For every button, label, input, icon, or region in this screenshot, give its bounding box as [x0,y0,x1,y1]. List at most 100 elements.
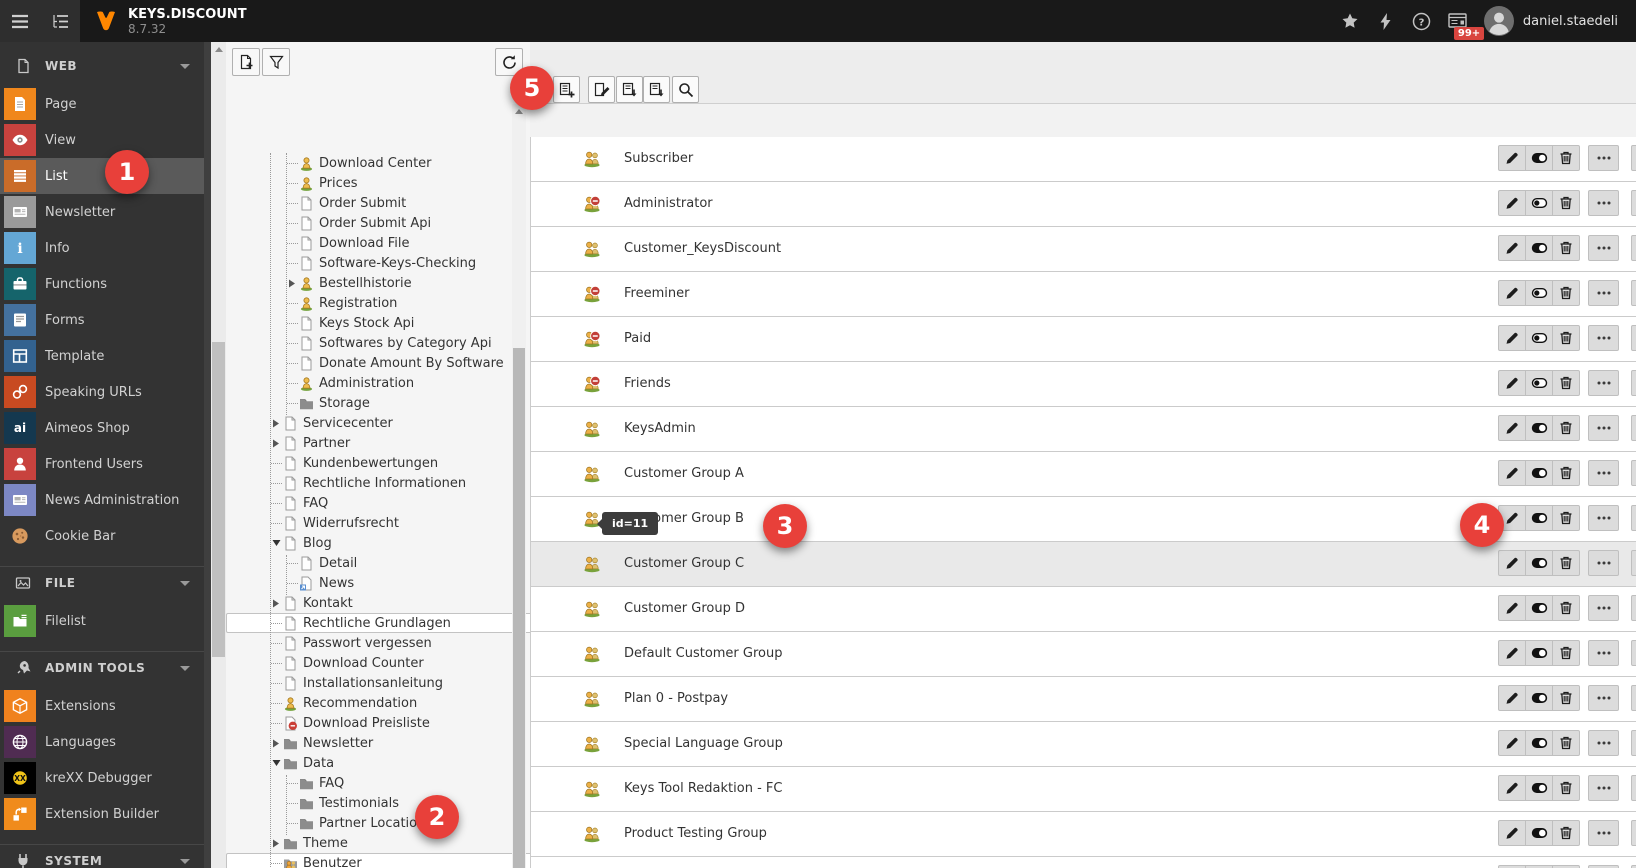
usergroup-icon[interactable] [583,600,601,618]
delete-record-button[interactable] [1552,775,1580,801]
hide-record-button[interactable] [1525,145,1553,171]
usergroup-icon[interactable] [583,645,601,663]
section-header-web[interactable]: WEB [0,52,204,80]
caret-right-icon[interactable] [269,739,283,748]
edit-records-button[interactable] [588,76,615,103]
tree-item-recommendation[interactable]: Recommendation [226,693,506,713]
more-options-button[interactable] [1588,820,1619,846]
secondary-options-button[interactable] [1631,550,1636,576]
sidebar-item-newsletter[interactable]: Newsletter [0,194,204,230]
unhide-record-button[interactable] [1525,370,1553,396]
record-title[interactable]: Special Language Group [624,736,783,751]
delete-record-button[interactable] [1552,730,1580,756]
more-options-button[interactable] [1588,550,1619,576]
more-options-button[interactable] [1588,145,1619,171]
tree-item-passwort-vergessen[interactable]: Passwort vergessen [226,633,506,653]
hide-record-button[interactable] [1525,775,1553,801]
usergroup-icon[interactable] [583,555,601,573]
tree-item-donate-amount-by-software[interactable]: Donate Amount By Software [226,353,506,373]
sidebar-item-krexx-debugger[interactable]: XX kreXX Debugger [0,760,204,796]
tree-item-blog[interactable]: Blog [226,533,506,553]
edit-record-button[interactable] [1498,415,1526,441]
record-title[interactable]: Plan 0 - Postpay [624,691,728,706]
sidebar-item-filelist[interactable]: Filelist [0,603,204,639]
sidebar-item-view[interactable]: View [0,122,204,158]
new-page-button[interactable] [232,48,260,76]
hide-record-button[interactable] [1525,640,1553,666]
usergroup-icon[interactable] [583,150,601,168]
record-title[interactable]: Customer_KeysDiscount [624,241,781,256]
secondary-options-button[interactable] [1631,370,1636,396]
sidebar-item-aimeos-shop[interactable]: ai Aimeos Shop [0,410,204,446]
more-options-button[interactable] [1588,460,1619,486]
more-options-button[interactable] [1588,640,1619,666]
sidebar-item-info[interactable]: i Info [0,230,204,266]
sidebar-item-news-administration[interactable]: News Administration [0,482,204,518]
edit-record-button[interactable] [1498,775,1526,801]
secondary-options-button[interactable] [1631,505,1636,531]
tree-item-benutzer[interactable]: Benutzer [226,853,530,868]
usergroup-hidden-icon[interactable] [583,375,601,393]
usergroup-icon[interactable] [583,465,601,483]
delete-record-button[interactable] [1552,640,1580,666]
section-header-system[interactable]: SYSTEM [0,847,204,868]
edit-record-button[interactable] [1498,235,1526,261]
delete-record-button[interactable] [1552,280,1580,306]
system-information-button[interactable]: 99+ [1440,0,1485,42]
delete-record-button[interactable] [1552,415,1580,441]
caret-right-icon[interactable] [285,279,299,288]
edit-record-button[interactable] [1498,595,1526,621]
edit-record-button[interactable] [1498,820,1526,846]
edit-record-button[interactable] [1498,460,1526,486]
tree-item-download-preisliste[interactable]: Download Preisliste [226,713,506,733]
more-options-button[interactable] [1588,190,1619,216]
delete-record-button[interactable] [1552,235,1580,261]
new-record-button[interactable] [553,76,580,103]
tree-item-news[interactable]: News [226,573,506,593]
secondary-options-button[interactable] [1631,595,1636,621]
hide-record-button[interactable] [1525,505,1553,531]
tree-item-download-center[interactable]: Download Center [226,153,506,173]
tree-item-administration[interactable]: Administration [226,373,506,393]
export-csv-button[interactable] [616,76,643,103]
tree-item-installationsanleitung[interactable]: Installationsanleitung [226,673,506,693]
search-button[interactable] [672,76,699,103]
delete-record-button[interactable] [1552,325,1580,351]
usergroup-hidden-icon[interactable] [583,285,601,303]
tree-item-widerrufsrecht[interactable]: Widerrufsrecht [226,513,506,533]
usergroup-icon[interactable] [583,780,601,798]
secondary-options-button[interactable] [1631,280,1636,306]
tree-item-faq[interactable]: FAQ [226,773,506,793]
delete-record-button[interactable] [1552,460,1580,486]
unhide-record-button[interactable] [1525,280,1553,306]
scrollbar-thumb[interactable] [513,348,525,868]
help-button[interactable]: ? [1404,0,1440,42]
tree-item-registration[interactable]: Registration [226,293,506,313]
more-options-button[interactable] [1588,235,1619,261]
record-title[interactable]: Customer Group A [624,466,744,481]
record-title[interactable]: Default Customer Group [624,646,783,661]
unhide-record-button[interactable] [1525,325,1553,351]
secondary-options-button[interactable] [1631,730,1636,756]
record-title[interactable]: Customer Group C [624,556,744,571]
sidebar-item-speaking-urls[interactable]: Speaking URLs [0,374,204,410]
tree-item-download-file[interactable]: Download File [226,233,506,253]
sidebar-item-template[interactable]: Template [0,338,204,374]
hide-record-button[interactable] [1525,415,1553,441]
tree-item-download-counter[interactable]: Download Counter [226,653,506,673]
secondary-options-button[interactable] [1631,685,1636,711]
tree-item-order-submit[interactable]: Order Submit [226,193,506,213]
more-options-button[interactable] [1588,370,1619,396]
record-title[interactable]: Keys Tool Redaktion - FC [624,781,782,796]
more-options-button[interactable] [1588,415,1619,441]
more-options-button[interactable] [1588,730,1619,756]
sidebar-item-languages[interactable]: Languages [0,724,204,760]
secondary-options-button[interactable] [1631,190,1636,216]
pagetree-toggle-button[interactable] [40,0,80,42]
delete-record-button[interactable] [1552,370,1580,396]
tree-item-faq[interactable]: FAQ [226,493,506,513]
section-header-file[interactable]: FILE [0,569,204,597]
tree-item-keys-stock-api[interactable]: Keys Stock Api [226,313,506,333]
record-title[interactable]: Customer Group D [624,601,745,616]
usergroup-icon[interactable] [583,420,601,438]
